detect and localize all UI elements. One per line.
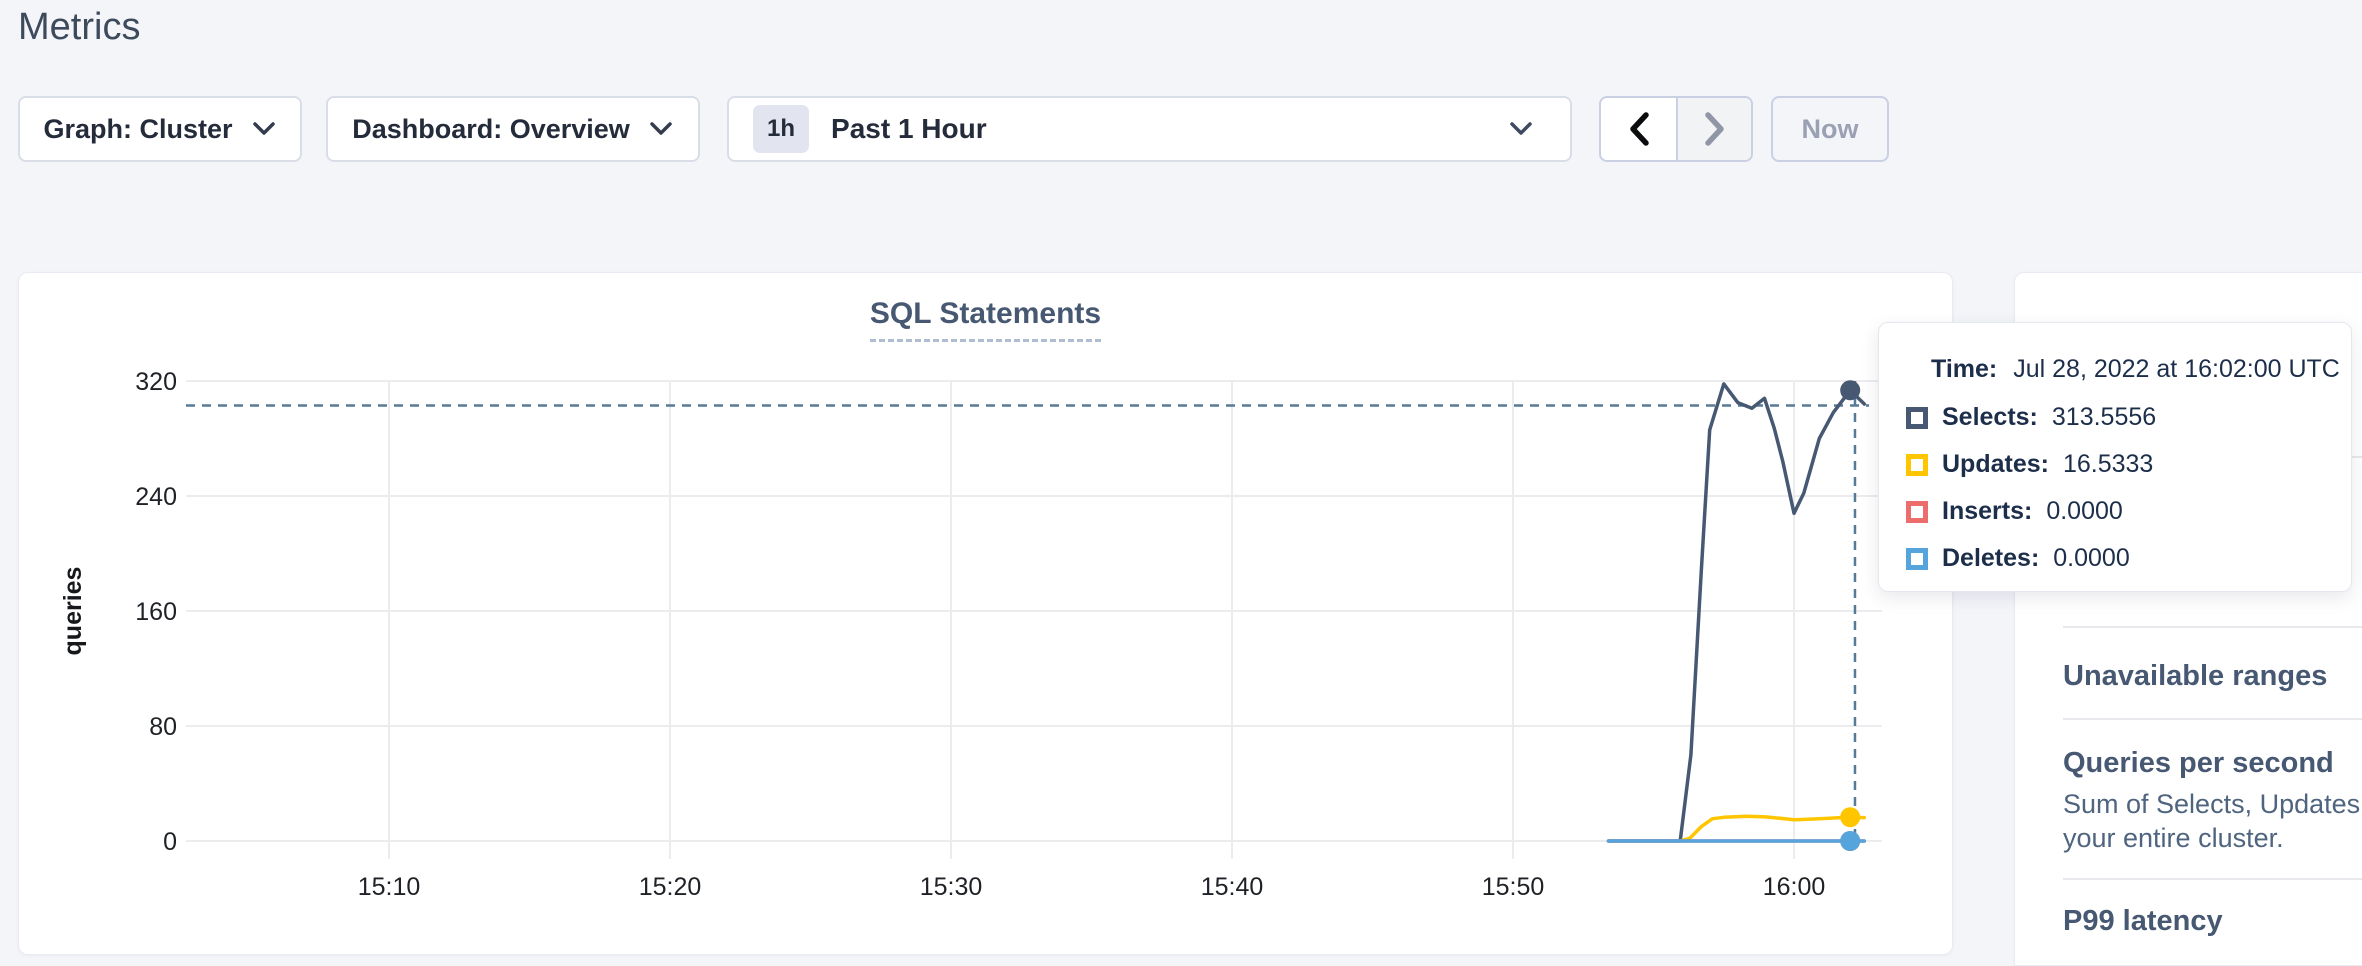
now-button[interactable]: Now <box>1771 96 1889 162</box>
metrics-page: Metrics Graph: Cluster Dashboard: Overvi… <box>0 0 2362 966</box>
series-color-swatch-icon <box>1906 407 1928 429</box>
chevron-down-icon <box>648 120 674 138</box>
now-button-label: Now <box>1802 114 1859 145</box>
x-tick-label: 15:10 <box>358 873 421 901</box>
tooltip-series-row: Updates: 16.5333 <box>1906 450 2153 479</box>
divider <box>2063 626 2362 628</box>
y-tick-label: 320 <box>135 368 177 396</box>
tooltip-series-row: Selects: 313.5556 <box>1906 403 2156 432</box>
x-tick-label: 15:50 <box>1482 873 1545 901</box>
tooltip-series-label: Selects: <box>1942 403 2038 432</box>
chart-tooltip: Time: Jul 28, 2022 at 16:02:00 UTC Select… <box>1878 322 2352 592</box>
highlight-dot-selects <box>1840 380 1860 400</box>
sql-statements-chart[interactable]: 0 80 160 240 320 15:10 15:20 15:30 15:40 15:50 16:… <box>19 273 1954 956</box>
tooltip-series-row: Deletes: 0.0000 <box>1906 544 2130 573</box>
highlight-dot-updates <box>1840 807 1860 827</box>
highlight-dot-deletes <box>1840 831 1860 851</box>
tooltip-series-value: 0.0000 <box>2046 497 2122 526</box>
series-color-swatch-icon <box>1906 548 1928 570</box>
dashboard-dropdown[interactable]: Dashboard: Overview <box>326 96 700 162</box>
page-title: Metrics <box>18 6 140 49</box>
sidebar-item-queries-per-second: Queries per second <box>2063 747 2334 780</box>
series-color-swatch-icon <box>1906 454 1928 476</box>
x-tick-label: 16:00 <box>1763 873 1826 901</box>
chevron-right-icon <box>1703 111 1727 147</box>
previous-time-button[interactable] <box>1601 98 1676 160</box>
time-range-selector[interactable]: 1h Past 1 Hour <box>727 96 1572 162</box>
series-line-updates <box>1680 816 1864 841</box>
divider <box>2063 718 2362 720</box>
tooltip-series-label: Deletes: <box>1942 544 2039 573</box>
tooltip-time-label: Time: <box>1931 355 1997 383</box>
sidebar-item-description-line: Sum of Selects, Updates, Inser <box>2063 789 2362 820</box>
graph-dropdown[interactable]: Graph: Cluster <box>18 96 302 162</box>
sql-statements-card: SQL Statements 08016024032015:1015:2015:… <box>18 272 1953 955</box>
time-step-buttons <box>1599 96 1753 162</box>
y-axis-label: queries <box>59 567 87 656</box>
divider <box>2063 878 2362 880</box>
x-tick-label: 15:20 <box>639 873 702 901</box>
chevron-down-icon <box>251 120 277 138</box>
tooltip-series-label: Updates: <box>1942 450 2049 479</box>
tooltip-series-value: 0.0000 <box>2053 544 2129 573</box>
y-tick-label: 160 <box>135 598 177 626</box>
tooltip-series-value: 313.5556 <box>2052 403 2156 432</box>
x-tick-label: 15:40 <box>1201 873 1264 901</box>
tooltip-time-value: Jul 28, 2022 at 16:02:00 UTC <box>2013 355 2340 383</box>
series-color-swatch-icon <box>1906 501 1928 523</box>
chevron-down-icon <box>1508 120 1534 138</box>
tooltip-time-row: Time: Jul 28, 2022 at 16:02:00 UTC <box>1931 355 2340 384</box>
y-tick-label: 80 <box>149 713 177 741</box>
next-time-button[interactable] <box>1676 98 1751 160</box>
graph-dropdown-label: Graph: Cluster <box>43 114 232 145</box>
x-tick-label: 15:30 <box>920 873 983 901</box>
series-line-selects <box>1609 384 1865 841</box>
sidebar-item-unavailable-ranges: Unavailable ranges <box>2063 660 2327 693</box>
tooltip-series-row: Inserts: 0.0000 <box>1906 497 2123 526</box>
sidebar-item-p99-latency: P99 latency <box>2063 905 2223 938</box>
y-tick-label: 240 <box>135 483 177 511</box>
time-range-badge: 1h <box>753 105 809 153</box>
tooltip-series-label: Inserts: <box>1942 497 2032 526</box>
chevron-left-icon <box>1627 111 1651 147</box>
tooltip-series-value: 16.5333 <box>2063 450 2153 479</box>
time-range-label: Past 1 Hour <box>831 113 987 145</box>
y-tick-label: 0 <box>163 828 177 856</box>
sidebar-item-description-line: your entire cluster. <box>2063 823 2284 854</box>
dashboard-dropdown-label: Dashboard: Overview <box>352 114 630 145</box>
